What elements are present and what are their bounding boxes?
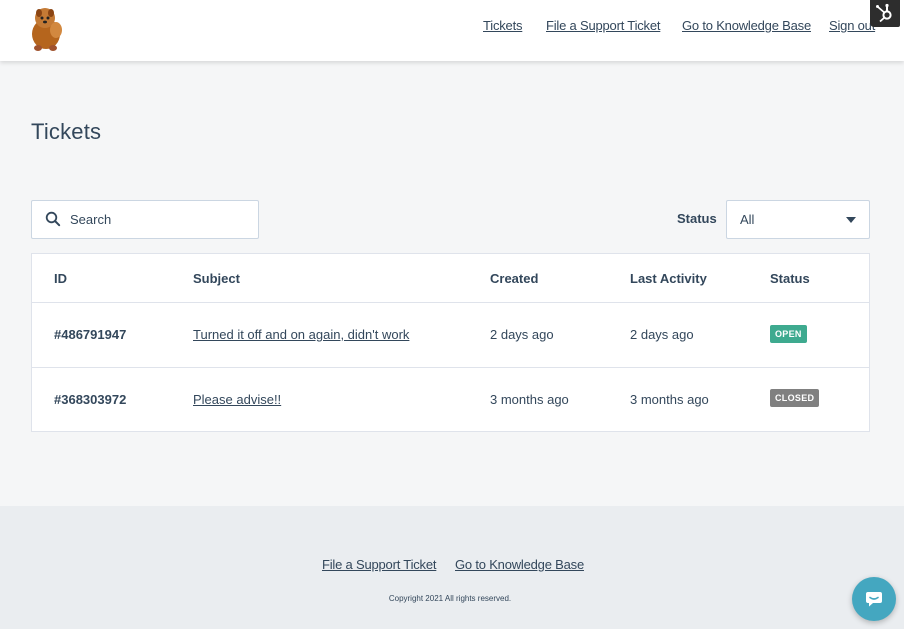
status-filter-dropdown[interactable]: All <box>726 200 870 239</box>
ticket-id: #486791947 <box>54 327 127 342</box>
chat-launcher-button[interactable] <box>852 577 896 621</box>
search-input[interactable]: Search <box>31 200 259 239</box>
ticket-id: #368303972 <box>54 392 127 407</box>
search-placeholder: Search <box>70 212 112 227</box>
caret-down-icon <box>846 217 856 223</box>
ticket-last-activity: 3 months ago <box>630 392 709 407</box>
ticket-subject-link[interactable]: Please advise!! <box>193 392 281 407</box>
nav-link-tickets[interactable]: Tickets <box>483 18 522 33</box>
ticket-created: 2 days ago <box>490 327 554 342</box>
status-filter-label: Status <box>677 211 717 226</box>
status-badge: OPEN <box>770 325 807 343</box>
table-row[interactable]: #486791947 Turned it off and on again, d… <box>32 303 869 368</box>
column-header-id[interactable]: ID <box>54 271 67 286</box>
hubspot-sprocket-icon[interactable] <box>870 0 900 27</box>
status-filter-value: All <box>740 212 755 227</box>
chat-bubble-icon <box>864 589 884 614</box>
column-header-last-activity[interactable]: Last Activity <box>630 271 707 286</box>
pomeranian-dog-logo[interactable] <box>26 4 66 54</box>
search-icon <box>45 211 61 232</box>
site-header: Tickets File a Support Ticket Go to Know… <box>0 0 904 61</box>
status-badge: CLOSED <box>770 389 820 407</box>
footer-link-file-support-ticket[interactable]: File a Support Ticket <box>322 557 437 572</box>
site-footer: File a Support Ticket Go to Knowledge Ba… <box>0 506 904 629</box>
main-content: Tickets Search Status All ID Subject Cre… <box>0 61 904 506</box>
column-header-subject[interactable]: Subject <box>193 271 240 286</box>
nav-link-file-support-ticket[interactable]: File a Support Ticket <box>546 18 661 33</box>
nav-link-sign-out[interactable]: Sign out <box>829 18 875 33</box>
copyright-text: Copyright 2021 All rights reserved. <box>388 594 512 603</box>
ticket-last-activity: 2 days ago <box>630 327 694 342</box>
table-header-row: ID Subject Created Last Activity Status <box>32 254 869 303</box>
nav-link-knowledge-base[interactable]: Go to Knowledge Base <box>682 18 811 33</box>
footer-link-knowledge-base[interactable]: Go to Knowledge Base <box>455 557 584 572</box>
table-row[interactable]: #368303972 Please advise!! 3 months ago … <box>32 368 869 432</box>
ticket-subject-link[interactable]: Turned it off and on again, didn't work <box>193 327 409 342</box>
tickets-table: ID Subject Created Last Activity Status … <box>31 253 870 432</box>
page-title: Tickets <box>31 119 102 144</box>
column-header-status[interactable]: Status <box>770 271 810 286</box>
ticket-created: 3 months ago <box>490 392 569 407</box>
column-header-created[interactable]: Created <box>490 271 538 286</box>
